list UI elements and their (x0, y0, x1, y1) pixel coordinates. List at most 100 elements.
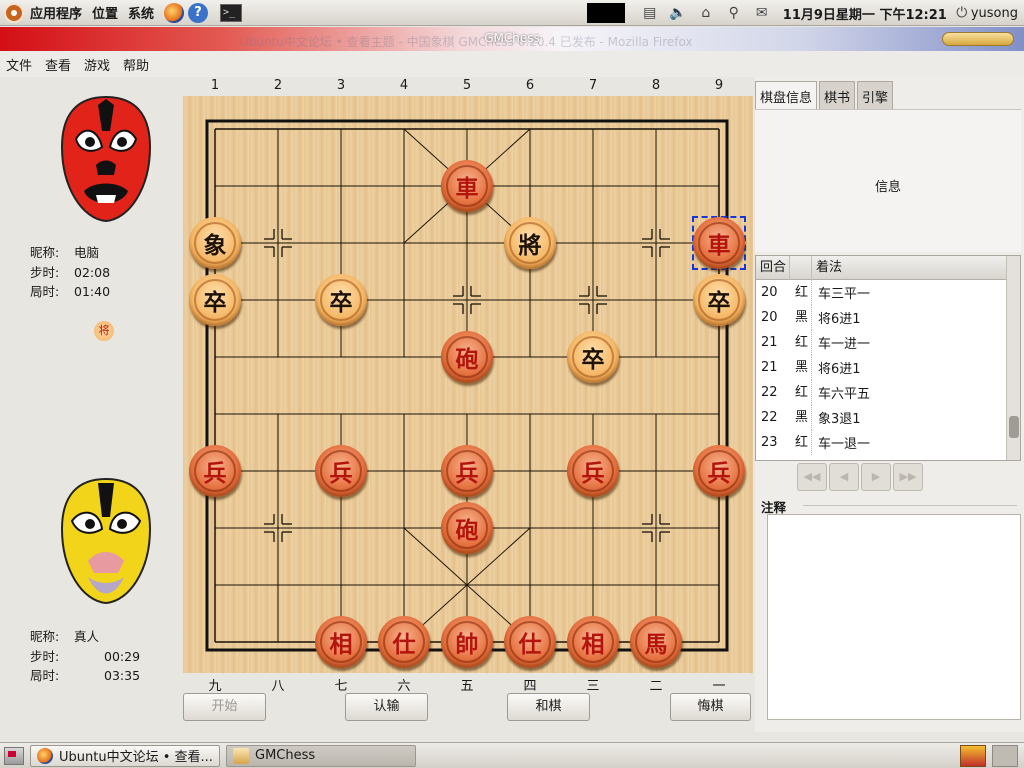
move-side: 黑 (790, 405, 812, 430)
move-side: 黑 (790, 355, 812, 380)
red-soldier-piece[interactable]: 兵 (189, 445, 241, 497)
mail-icon[interactable]: ✉ (751, 4, 773, 22)
red-elephant-piece[interactable]: 相 (315, 616, 367, 668)
window-controls[interactable] (942, 32, 1014, 46)
first-move-icon[interactable]: ◀◀ (797, 463, 827, 491)
firefox-icon[interactable] (164, 2, 185, 23)
red-cannon-piece[interactable]: 砲 (441, 502, 493, 554)
move-move: 象3退1 (818, 412, 861, 427)
next-move-icon[interactable]: ▶ (861, 463, 891, 491)
move-rows: 20 红车三平一 20 黑将6进1 21 红车一进一 21 黑将6进1 22 红车六平五 22 黑象3… (756, 280, 1020, 455)
move-row[interactable]: 20 黑将6进1 (756, 305, 1020, 330)
move-move: 车一退一 (818, 437, 871, 452)
nick-label: 昵称: (30, 245, 60, 260)
red-advisor-piece[interactable]: 仕 (504, 616, 556, 668)
black-soldier-piece[interactable]: 卒 (567, 331, 619, 383)
black-elephant-piece[interactable]: 象 (189, 217, 241, 269)
move-row[interactable]: 20 红车三平一 (756, 280, 1020, 305)
player-step-time: 00:29 (104, 648, 141, 664)
prev-move-icon[interactable]: ◀ (829, 463, 859, 491)
red-cannon-piece[interactable]: 砲 (441, 331, 493, 383)
info-tabs: 棋盘信息 棋书 引擎 (755, 81, 895, 111)
taskbar-item-firefox[interactable]: Ubuntu中文论坛 • 查看... (30, 744, 220, 767)
network-monitor-icon[interactable] (586, 3, 625, 23)
bottom-tray (960, 745, 1024, 767)
black-soldier-piece[interactable]: 卒 (315, 274, 367, 326)
notes-textarea[interactable] (767, 514, 1021, 720)
menu-system[interactable]: 系统 (128, 3, 154, 22)
move-side: 红 (790, 330, 812, 355)
red-soldier-piece[interactable]: 兵 (567, 445, 619, 497)
menu-places[interactable]: 位置 (92, 3, 118, 22)
column-move[interactable]: 着法 (812, 256, 1006, 280)
menu-view[interactable]: 查看 (45, 55, 71, 74)
move-list-scrollbar[interactable] (1006, 256, 1020, 460)
column-number: 9 (714, 78, 724, 93)
last-move-icon[interactable]: ▶▶ (893, 463, 923, 491)
menu-help[interactable]: 帮助 (123, 55, 149, 74)
red-soldier-piece[interactable]: 兵 (693, 445, 745, 497)
network-icon[interactable]: ⌂ (695, 4, 717, 22)
move-row[interactable]: 22 黑象3退1 (756, 405, 1020, 430)
red-chariot-piece[interactable]: 車 (693, 217, 745, 269)
system-tray: ▤ 🔈 ⌂ ⚲ ✉ 11月9日星期一 下午12:21 ⏻ yusong (586, 0, 1024, 26)
undo-button[interactable]: 悔棋 (670, 693, 751, 721)
red-soldier-piece[interactable]: 兵 (315, 445, 367, 497)
show-desktop-icon[interactable] (4, 746, 24, 765)
column-number: 九 (208, 679, 222, 694)
board-info-text: 信息 (874, 180, 901, 195)
move-side: 黑 (790, 305, 812, 330)
black-soldier-piece[interactable]: 卒 (189, 274, 241, 326)
move-list[interactable]: 回合 着法 20 红车三平一 20 黑将6进1 21 红车一进一 21 黑将6进1 22 红车六平… (755, 255, 1021, 461)
ubuntu-logo-icon[interactable] (4, 2, 24, 23)
red-chariot-piece[interactable]: 車 (441, 160, 493, 212)
move-row[interactable]: 23 红车一退一 (756, 430, 1020, 455)
move-row[interactable]: 21 黑将6进1 (756, 355, 1020, 380)
tab-engine[interactable]: 引擎 (857, 81, 894, 109)
black-soldier-piece[interactable]: 卒 (693, 274, 745, 326)
column-round[interactable]: 回合 (756, 255, 790, 280)
column-number: 6 (525, 78, 535, 93)
column-side[interactable] (790, 255, 812, 280)
draw-button[interactable]: 和棋 (507, 693, 590, 721)
red-elephant-piece[interactable]: 相 (567, 616, 619, 668)
move-side: 红 (790, 380, 812, 405)
piece-label: 馬 (644, 631, 668, 658)
red-soldier-piece[interactable]: 兵 (441, 445, 493, 497)
workspace-icon[interactable] (960, 745, 986, 767)
user-name[interactable]: yusong (971, 6, 1018, 21)
pin-icon[interactable]: ⚲ (723, 4, 745, 22)
column-number: 一 (712, 679, 726, 694)
move-row[interactable]: 22 红车六平五 (756, 380, 1020, 405)
taskbar-item-gmchess[interactable]: GMChess (226, 744, 416, 767)
clipboard-icon[interactable]: ▤ (639, 4, 661, 22)
players-panel: 昵称: 电脑 步时: 02:08 局时: 01:40 将 昵称: 真人 步时: 00:29… (0, 77, 178, 732)
trash-icon[interactable] (992, 745, 1018, 767)
help-icon[interactable]: ? (188, 2, 209, 23)
scrollbar-thumb[interactable] (1009, 416, 1019, 438)
volume-icon[interactable]: 🔈 (667, 4, 689, 22)
red-general-piece[interactable]: 帥 (441, 616, 493, 668)
menu-applications[interactable]: 应用程序 (30, 3, 82, 22)
red-horse-piece[interactable]: 馬 (630, 616, 682, 668)
window-titlebar[interactable]: Ubuntu中文论坛 • 查看主题 - 中国象棋 GMChess 0.20.4 … (0, 27, 1024, 51)
menu-game[interactable]: 游戏 (84, 55, 110, 74)
player-opera-mask-avatar (60, 477, 152, 605)
piece-label: 將 (518, 232, 542, 259)
move-move: 车一进一 (818, 337, 871, 352)
start-button[interactable]: 开始 (183, 693, 266, 721)
clock[interactable]: 11月9日星期一 下午12:21 (783, 4, 947, 23)
piece-label: 卒 (203, 289, 227, 316)
piece-label: 卒 (581, 346, 605, 373)
move-round: 21 (761, 360, 778, 375)
tab-opening-book[interactable]: 棋书 (819, 81, 856, 109)
red-advisor-piece[interactable]: 仕 (378, 616, 430, 668)
tab-board-info[interactable]: 棋盘信息 (755, 81, 818, 111)
resign-button[interactable]: 认输 (345, 693, 428, 721)
black-general-piece[interactable]: 將 (504, 217, 556, 269)
power-icon[interactable]: ⏻ (955, 4, 969, 22)
piece-label: 帥 (455, 631, 479, 658)
move-row[interactable]: 21 红车一进一 (756, 330, 1020, 355)
terminal-icon[interactable]: >_ (220, 3, 243, 22)
menu-file[interactable]: 文件 (6, 55, 32, 74)
